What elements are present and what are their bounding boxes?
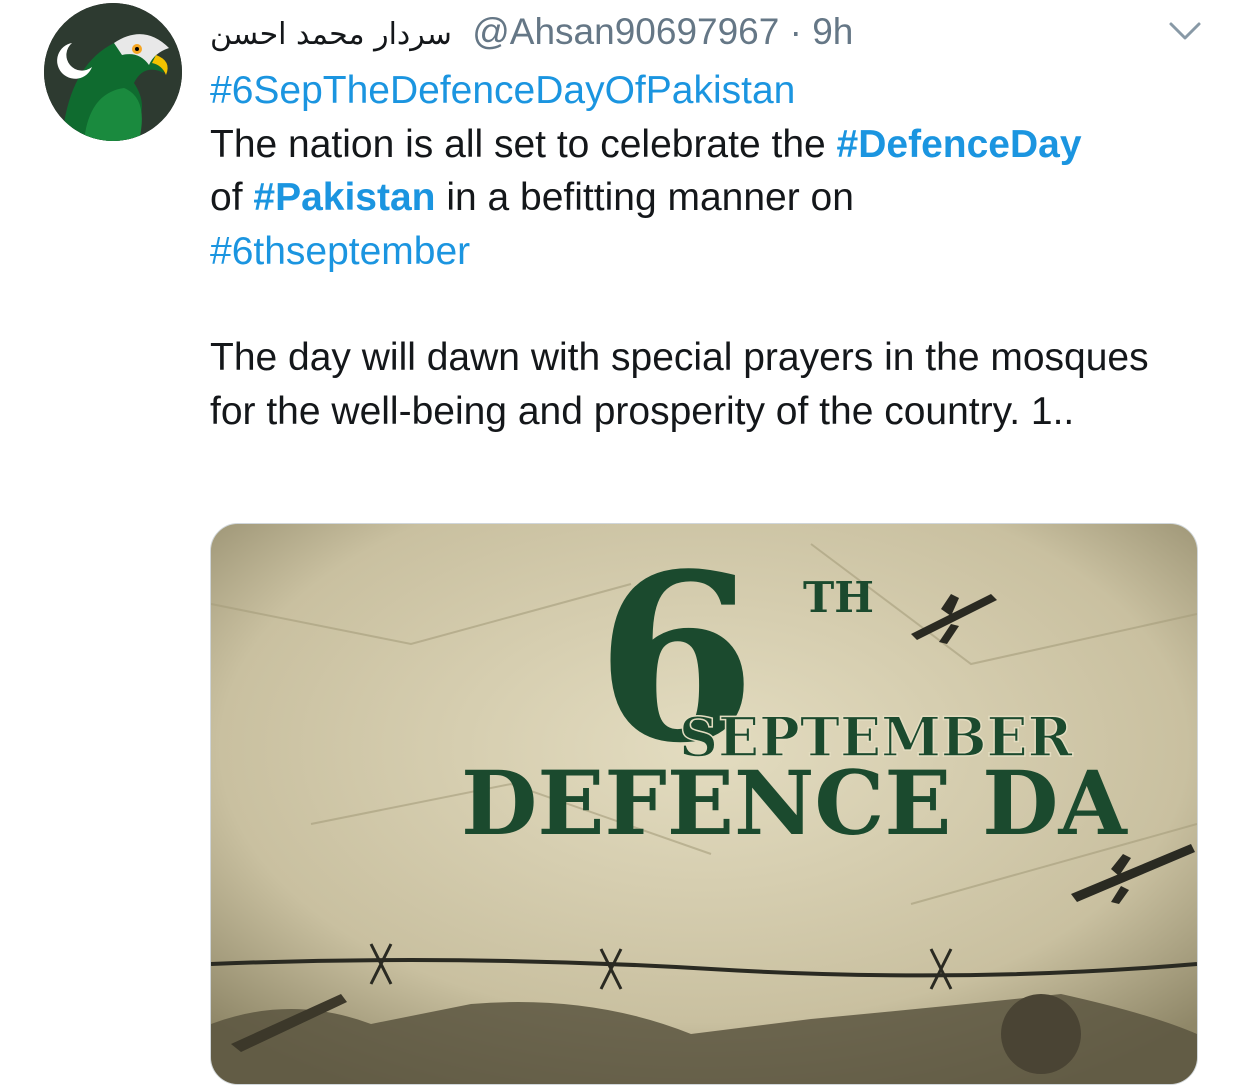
tweet-text-part: of	[210, 176, 254, 219]
user-handle[interactable]: @Ahsan90697967	[472, 11, 779, 52]
tweet-text: #6SepTheDefenceDayOfPakistan The nation …	[210, 64, 1220, 438]
poster-superscript: TH	[803, 573, 874, 622]
eagle-avatar-image	[44, 3, 182, 141]
tweet-text-part: in a befitting manner on	[435, 176, 854, 219]
hashtag-defenceday[interactable]: #DefenceDay	[837, 123, 1082, 166]
timestamp[interactable]: 9h	[812, 11, 853, 52]
hashtag-pakistan[interactable]: #Pakistan	[253, 176, 435, 219]
tweet-text-part: The nation is all set to celebrate the	[210, 122, 837, 166]
hashtag-6sep-defence-day[interactable]: #6SepTheDefenceDayOfPakistan	[210, 69, 795, 112]
tweet-paragraph: The day will dawn with special prayers i…	[210, 336, 1149, 433]
poster-title: DEFENCE DA	[461, 751, 1128, 855]
chevron-down-icon[interactable]	[1168, 18, 1202, 44]
dot-separator: ·	[789, 11, 802, 52]
defence-day-poster: 6 TH SEPTEMBER DEFENCE DA	[211, 524, 1197, 1084]
tweet-media-image[interactable]: 6 TH SEPTEMBER DEFENCE DA	[210, 523, 1198, 1085]
tweet-header: سردار محمد احسن @Ahsan90697967 · 9h	[210, 8, 1162, 56]
hashtag-6thseptember[interactable]: #6thseptember	[210, 230, 470, 273]
avatar[interactable]	[44, 3, 182, 141]
display-name[interactable]: سردار محمد احسن	[210, 17, 452, 52]
